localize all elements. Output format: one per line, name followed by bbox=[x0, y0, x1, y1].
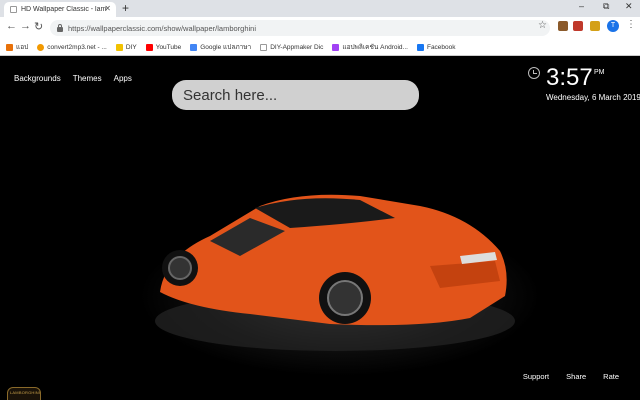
bookmark-item[interactable]: convert2mp3.net - ... bbox=[37, 43, 107, 51]
tab-title: HD Wallpaper Classic - lamborghi bbox=[21, 6, 107, 13]
bookmark-item[interactable]: DIY bbox=[115, 43, 137, 51]
reload-icon[interactable]: ↻ bbox=[34, 20, 43, 33]
window-close-icon[interactable]: ✕ bbox=[625, 1, 633, 12]
clock-icon[interactable] bbox=[528, 67, 540, 79]
clock-time: 3:57 bbox=[546, 64, 593, 91]
top-nav: Backgrounds Themes Apps bbox=[14, 74, 144, 83]
url-text[interactable]: https://wallpaperclassic.com/show/wallpa… bbox=[68, 24, 256, 33]
page-icon bbox=[260, 43, 268, 51]
bookmark-item[interactable]: Facebook bbox=[416, 43, 456, 51]
google-translate-icon bbox=[190, 43, 198, 51]
lamborghini-logo: LAMBORGHINI bbox=[7, 387, 41, 400]
wallpaper-page: Backgrounds Themes Apps 3:57 PM Wednesda… bbox=[0, 56, 640, 400]
menu-icon[interactable]: ⋮ bbox=[626, 19, 636, 30]
extension-icon[interactable] bbox=[590, 21, 600, 31]
bookmarks-bar: แอป convert2mp3.net - ... DIY YouTube Go… bbox=[0, 39, 640, 56]
logo-text: LAMBORGHINI bbox=[10, 390, 41, 395]
tab-strip: HD Wallpaper Classic - lamborghi ✕ + – ⧉… bbox=[0, 0, 640, 17]
convert-icon bbox=[37, 43, 45, 51]
minimize-icon[interactable]: – bbox=[579, 1, 584, 11]
browser-chrome: HD Wallpaper Classic - lamborghi ✕ + – ⧉… bbox=[0, 0, 640, 56]
address-bar[interactable]: https://wallpaperclassic.com/show/wallpa… bbox=[50, 20, 550, 36]
bookmark-item[interactable]: YouTube bbox=[145, 43, 181, 51]
bookmark-item[interactable]: Google แปลภาษา bbox=[190, 42, 251, 52]
bookmark-item[interactable]: แอปพลิเคชัน Android... bbox=[332, 42, 408, 52]
clock-ampm: PM bbox=[594, 69, 605, 76]
themes-link[interactable]: Themes bbox=[73, 74, 102, 83]
clock-date: Wednesday, 6 March 2019 bbox=[546, 93, 640, 102]
browser-tab[interactable]: HD Wallpaper Classic - lamborghi ✕ bbox=[4, 2, 116, 17]
rate-link[interactable]: Rate bbox=[603, 372, 619, 381]
extension-icon[interactable] bbox=[558, 21, 568, 31]
car-front-rim bbox=[327, 280, 363, 316]
profile-avatar[interactable]: T bbox=[607, 20, 619, 32]
footer-nav: Support Share Rate bbox=[506, 372, 619, 381]
bookmark-star-icon[interactable]: ☆ bbox=[538, 20, 547, 31]
close-tab-icon[interactable]: ✕ bbox=[104, 4, 111, 13]
car-rear-rim bbox=[168, 256, 192, 280]
bookmark-item[interactable]: DIY-Appmaker Dic bbox=[260, 43, 323, 51]
apps-grid-icon bbox=[6, 43, 13, 51]
bookmark-apps[interactable]: แอป bbox=[6, 42, 28, 52]
forward-icon[interactable]: → bbox=[20, 20, 31, 32]
folder-icon bbox=[115, 43, 123, 51]
play-store-icon bbox=[332, 43, 340, 51]
lock-icon bbox=[57, 23, 63, 32]
page-favicon bbox=[10, 6, 17, 13]
youtube-icon bbox=[145, 43, 153, 51]
new-tab-button[interactable]: + bbox=[122, 1, 129, 15]
apps-link[interactable]: Apps bbox=[114, 74, 132, 83]
extension-icon[interactable] bbox=[573, 21, 583, 31]
restore-icon[interactable]: ⧉ bbox=[603, 1, 609, 12]
back-icon[interactable]: ← bbox=[6, 20, 17, 32]
search-input[interactable] bbox=[172, 80, 419, 110]
backgrounds-link[interactable]: Backgrounds bbox=[14, 74, 61, 83]
share-link[interactable]: Share bbox=[566, 372, 586, 381]
facebook-icon bbox=[416, 43, 424, 51]
support-link[interactable]: Support bbox=[523, 372, 549, 381]
